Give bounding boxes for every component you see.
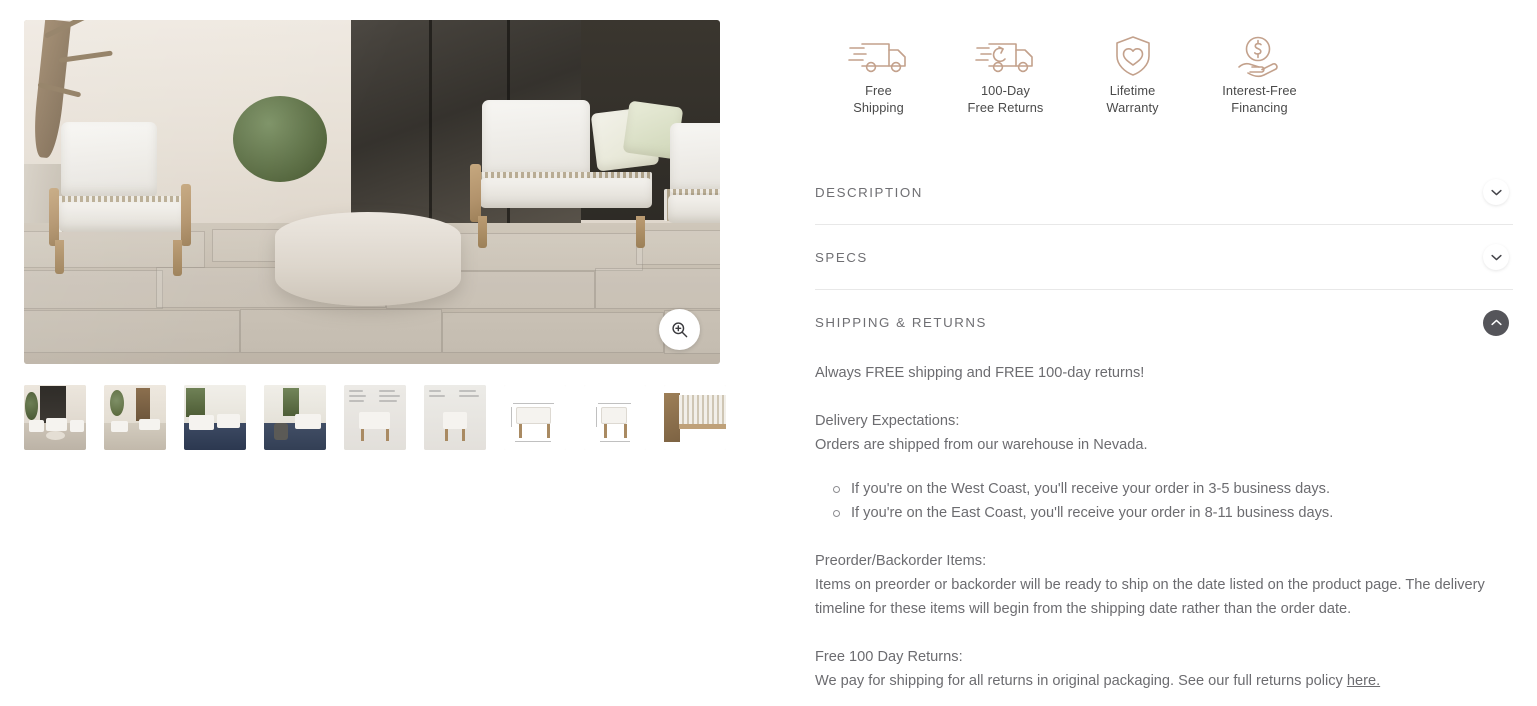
chevron-down-icon [1490, 189, 1502, 195]
delivery-bullet-list: If you're on the West Coast, you'll rece… [815, 477, 1513, 525]
product-accordion: Description Specs Shipping & Returns [815, 160, 1513, 693]
trust-badge-free-returns: 100-Day Free Returns [942, 30, 1069, 116]
delivery-truck-icon [815, 30, 942, 82]
list-item: If you're on the East Coast, you'll rece… [833, 501, 1513, 525]
accordion-header-shipping-returns[interactable]: Shipping & Returns [815, 290, 1513, 355]
chevron-up-icon [1490, 319, 1502, 326]
product-detail-page: Free Shipping 100-Day Free Returns Lifet… [0, 0, 1537, 706]
thumbnail-5[interactable] [424, 385, 486, 450]
trust-badge-label: Lifetime Warranty [1106, 83, 1159, 115]
shield-heart-icon [1069, 30, 1196, 82]
accordion-toggle-shipping-returns[interactable] [1483, 309, 1509, 336]
free-returns-heading: Free 100 Day Returns: [815, 649, 963, 665]
accordion-title: Specs [815, 249, 868, 265]
list-item: If you're on the West Coast, you'll rece… [833, 477, 1513, 501]
accordion-title: Shipping & Returns [815, 315, 987, 330]
thumbnail-8[interactable] [664, 385, 726, 450]
main-product-image[interactable] [24, 20, 720, 364]
trust-badge-lifetime-warranty: Lifetime Warranty [1069, 30, 1196, 116]
shipping-intro-text: Always FREE shipping and FREE 100-day re… [815, 365, 1145, 381]
trust-badge-label: 100-Day Free Returns [967, 83, 1044, 115]
delivery-expectations-heading: Delivery Expectations: [815, 413, 960, 429]
thumbnail-3[interactable] [264, 385, 326, 450]
trust-badge-interest-free-financing: Interest-Free Financing [1196, 30, 1323, 116]
accordion-toggle-specs[interactable] [1483, 244, 1509, 270]
thumbnail-7[interactable] [584, 385, 646, 450]
trust-badge-label: Free Shipping [853, 83, 904, 115]
accordion-toggle-description[interactable] [1483, 179, 1509, 205]
preorder-heading: Preorder/Backorder Items: [815, 553, 987, 569]
free-returns-text: We pay for shipping for all returns in o… [815, 669, 1513, 693]
return-truck-icon [942, 30, 1069, 82]
product-gallery [24, 20, 720, 364]
hero-scene [24, 20, 720, 364]
chevron-down-icon [1490, 254, 1502, 260]
preorder-text: Items on preorder or backorder will be r… [815, 577, 1485, 617]
free-returns-text-lead: We pay for shipping for all returns in o… [815, 673, 1347, 689]
returns-policy-link[interactable]: here. [1347, 673, 1380, 689]
trust-badge-free-shipping: Free Shipping [815, 30, 942, 116]
accordion-header-description[interactable]: Description [815, 160, 1513, 225]
trust-badge-label: Interest-Free Financing [1222, 83, 1297, 115]
thumbnail-0[interactable] [24, 385, 86, 450]
thumbnail-1[interactable] [104, 385, 166, 450]
image-zoom-button[interactable] [659, 309, 700, 350]
thumbnail-6[interactable] [504, 385, 566, 450]
hand-coin-icon [1196, 30, 1323, 82]
accordion-header-specs[interactable]: Specs [815, 225, 1513, 290]
thumbnail-2[interactable] [184, 385, 246, 450]
delivery-expectations-text: Orders are shipped from our warehouse in… [815, 437, 1148, 453]
zoom-in-icon [672, 322, 688, 338]
shipping-returns-content: Always FREE shipping and FREE 100-day re… [815, 355, 1513, 693]
product-info-panel: Free Shipping 100-Day Free Returns Lifet… [815, 0, 1513, 693]
trust-badges: Free Shipping 100-Day Free Returns Lifet… [815, 0, 1513, 138]
accordion-title: Description [815, 184, 923, 200]
thumbnail-4[interactable] [344, 385, 406, 450]
